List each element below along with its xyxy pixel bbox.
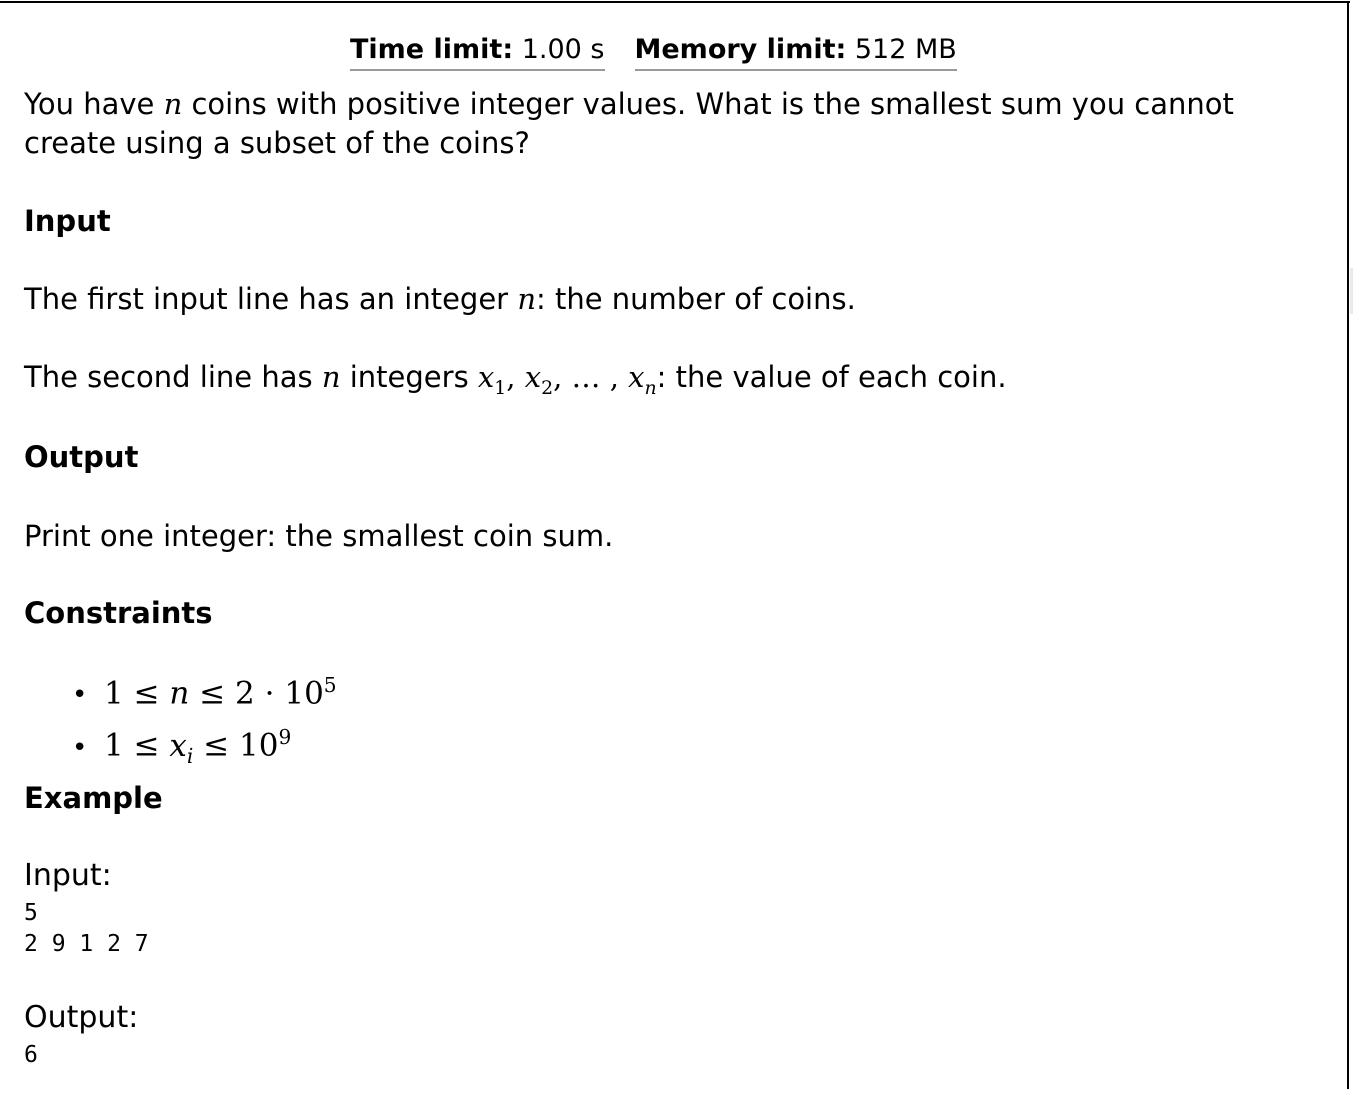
output-heading: Output (24, 440, 139, 474)
constraints-heading: Constraints (24, 596, 213, 630)
constraints-list: 1 ≤ n ≤ 2 · 105 1 ≤ xi ≤ 109 (72, 664, 337, 777)
example-output: 6 (24, 1042, 38, 1068)
example-heading: Example (24, 781, 163, 815)
example-output-label: Output: (24, 1000, 139, 1035)
input-heading: Input (24, 204, 111, 238)
top-border (0, 1, 1350, 3)
constraint-n: 1 ≤ n ≤ 2 · 105 (72, 664, 337, 716)
problem-statement: You have n coins with positive integer v… (24, 87, 1234, 160)
memory-limit: Memory limit: 512 MB (634, 34, 957, 71)
output-text: Print one integer: the smallest coin sum… (24, 519, 614, 553)
constraint-x: 1 ≤ xi ≤ 109 (72, 716, 337, 777)
right-border (1347, 1, 1349, 1089)
input-line-2: The second line has n integers x1, x2, …… (24, 360, 1007, 399)
example-input-label: Input: (24, 858, 112, 893)
input-line-1: The first input line has an integer n: t… (24, 282, 856, 316)
var-n: n (163, 87, 183, 121)
time-limit: Time limit: 1.00 s (350, 34, 605, 71)
example-input: 5 2 9 1 2 7 (24, 900, 149, 957)
limits-bar: Time limit: 1.00 s Memory limit: 512 MB (350, 34, 987, 71)
